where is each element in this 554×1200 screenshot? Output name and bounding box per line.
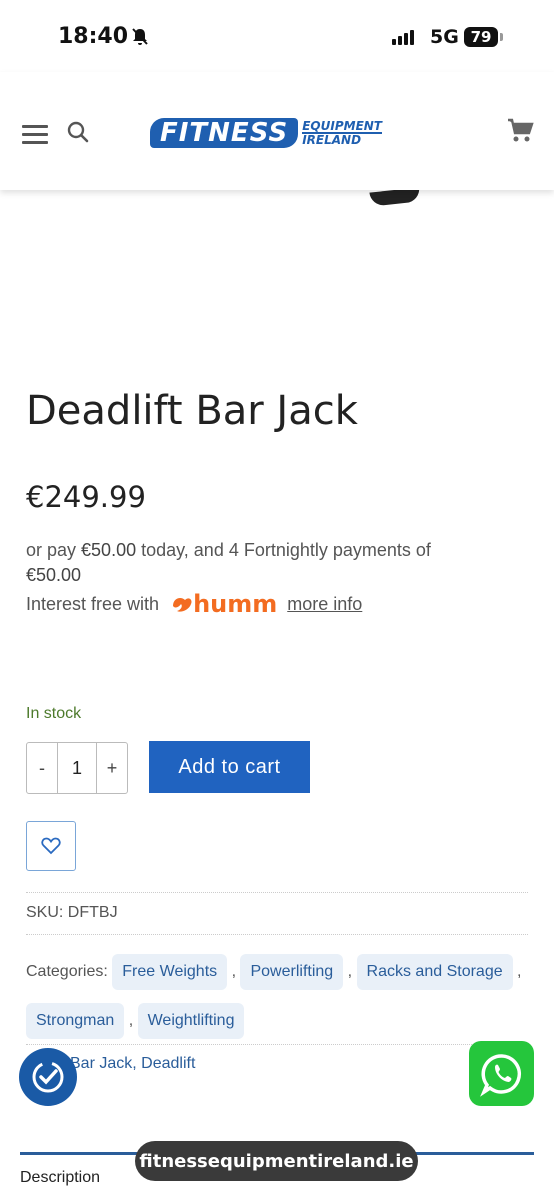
category-chip[interactable]: Racks and Storage	[356, 953, 513, 990]
heart-icon	[41, 837, 61, 855]
tag-link[interactable]: Bar Jack	[70, 1055, 132, 1072]
more-info-link[interactable]: more info	[287, 594, 362, 615]
bell-muted-icon	[130, 27, 150, 52]
battery-icon: 79	[464, 27, 498, 47]
product-price: €249.99	[26, 480, 146, 514]
category-chip[interactable]: Free Weights	[112, 953, 228, 990]
whatsapp-icon	[479, 1053, 521, 1097]
tags: Bar Jack, Deadlift	[70, 1055, 196, 1072]
product-image-partial	[369, 187, 421, 207]
cart-icon[interactable]	[506, 116, 534, 149]
whatsapp-button[interactable]	[469, 1041, 534, 1106]
product-title: Deadlift Bar Jack	[26, 388, 358, 434]
humm-swirl-icon	[173, 598, 192, 612]
search-icon[interactable]	[66, 120, 90, 149]
categories: Categories: Free Weights , Powerlifting …	[26, 947, 536, 1045]
categories-label: Categories:	[26, 963, 108, 980]
tag-link[interactable]: Deadlift	[141, 1055, 195, 1072]
quantity-stepper[interactable]: - 1 +	[26, 742, 128, 794]
sku-text: SKU: DFTBJ	[26, 904, 118, 921]
logo-sub-text: EQUIPMENT IRELAND	[302, 119, 382, 147]
divider	[26, 934, 528, 935]
wishlist-button[interactable]	[26, 821, 76, 871]
category-chip[interactable]: Powerlifting	[240, 953, 344, 990]
battery-tip	[500, 33, 503, 41]
hamburger-menu-icon[interactable]	[22, 125, 48, 145]
add-to-cart-button[interactable]: Add to cart	[149, 741, 310, 793]
network-type: 5G	[430, 26, 459, 48]
qty-plus-button[interactable]: +	[97, 743, 127, 793]
divider	[26, 892, 528, 893]
site-logo[interactable]: FITNESS EQUIPMENT IRELAND	[150, 118, 382, 148]
accessibility-button[interactable]	[19, 1048, 77, 1106]
qty-input[interactable]: 1	[57, 743, 97, 793]
category-chip[interactable]: Strongman	[26, 1002, 125, 1039]
qty-minus-button[interactable]: -	[27, 743, 57, 793]
tab-description[interactable]: Description	[20, 1169, 100, 1187]
browser-url-bar[interactable]: fitnessequipmentireland.ie	[135, 1141, 418, 1181]
humm-logo: humm	[171, 590, 277, 618]
humm-interest-line: Interest free with humm more info	[26, 590, 362, 618]
humm-payment-text: or pay €50.00 today, and 4 Fortnightly p…	[26, 540, 431, 585]
stock-status: In stock	[26, 705, 82, 722]
accessibility-icon	[32, 1061, 64, 1093]
logo-main-text: FITNESS	[150, 118, 299, 148]
interest-free-text: Interest free with	[26, 593, 160, 614]
divider	[26, 1044, 528, 1045]
status-time: 18:40	[58, 24, 129, 49]
signal-icon	[392, 30, 414, 45]
category-chip[interactable]: Weightlifting	[137, 1002, 245, 1039]
